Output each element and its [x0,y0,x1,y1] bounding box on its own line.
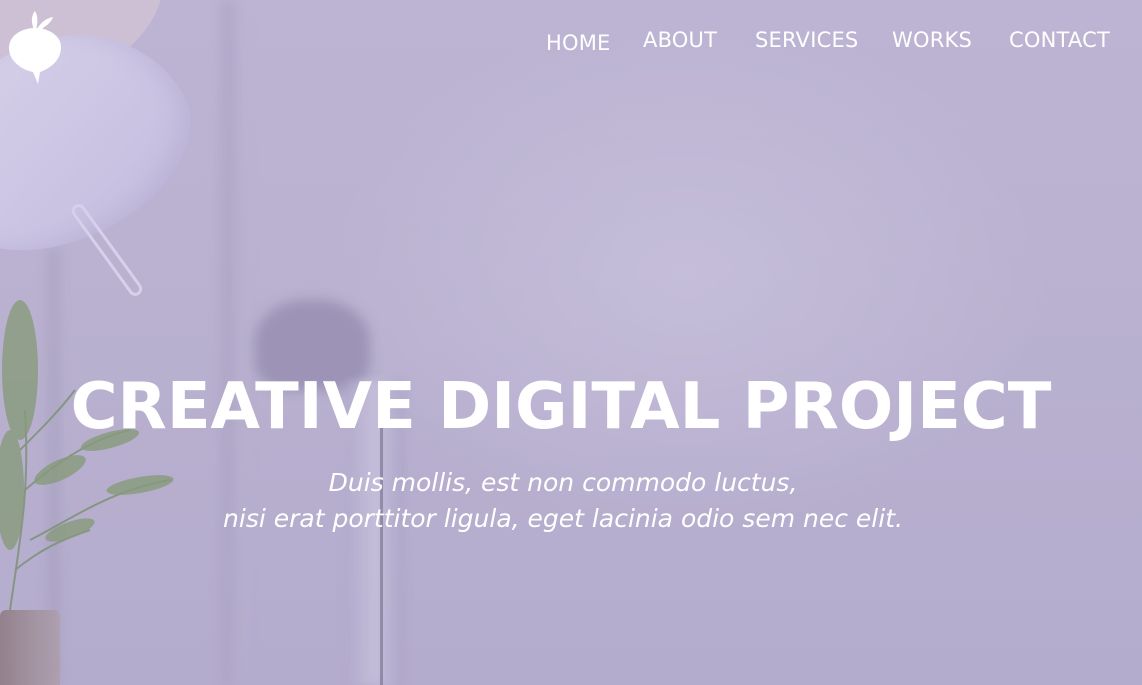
hero-subtitle-line-1: Duis mollis, est non commodo luctus, [328,468,798,497]
hero-title: CREATIVE DIGITAL PROJECT [70,370,1052,444]
main-nav: HOME ABOUT SERVICES WORKS CONTACT [538,28,1118,58]
nav-services[interactable]: SERVICES [755,28,858,52]
nav-contact[interactable]: CONTACT [1009,28,1110,52]
hero-overlay [0,0,1142,685]
beet-logo-icon[interactable] [7,10,63,84]
nav-home[interactable]: HOME [546,31,611,55]
hero-section [0,0,1142,685]
nav-works[interactable]: WORKS [892,28,972,52]
nav-about[interactable]: ABOUT [643,28,717,52]
hero-subtitle-line-2: nisi erat porttitor ligula, eget lacinia… [223,504,903,533]
